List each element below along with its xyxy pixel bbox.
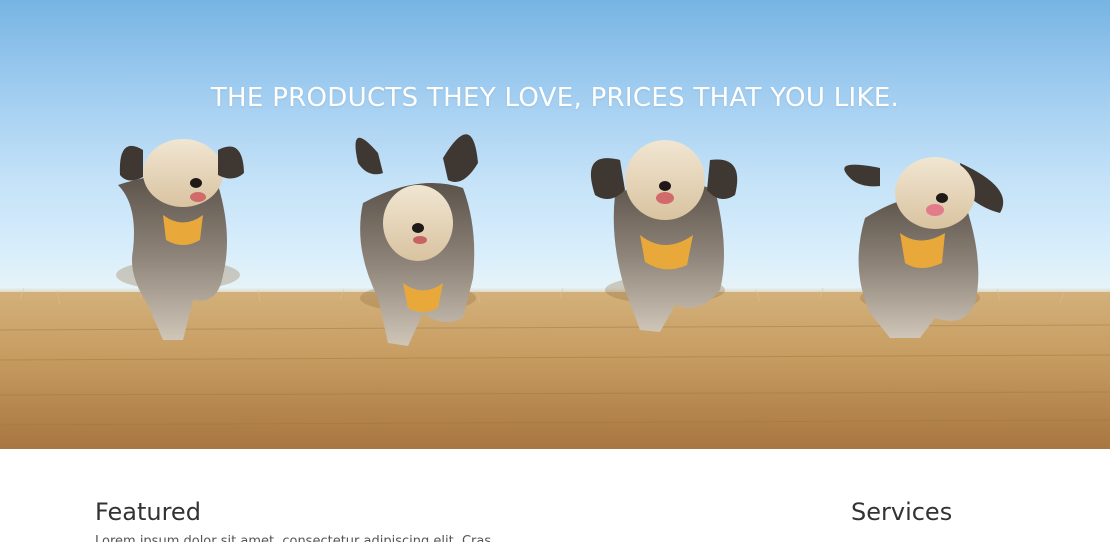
hero-image bbox=[0, 134, 1110, 449]
featured-text: Lorem ipsum dolor sit amet, consectetur … bbox=[95, 534, 504, 542]
hero-title: THE PRODUCTS THEY LOVE, PRICES THAT YOU … bbox=[210, 83, 900, 114]
featured-section: Featured Lorem ipsum dolor sit amet, con… bbox=[95, 497, 595, 542]
hero-banner: THE PRODUCTS THEY LOVE, PRICES THAT YOU … bbox=[0, 0, 1110, 449]
services-heading: Services bbox=[851, 498, 953, 526]
services-section: Services bbox=[851, 497, 1071, 527]
page: THE PRODUCTS THEY LOVE, PRICES THAT YOU … bbox=[0, 0, 1110, 542]
main-content: Featured Lorem ipsum dolor sit amet, con… bbox=[0, 449, 1110, 542]
featured-heading: Featured bbox=[95, 498, 201, 526]
